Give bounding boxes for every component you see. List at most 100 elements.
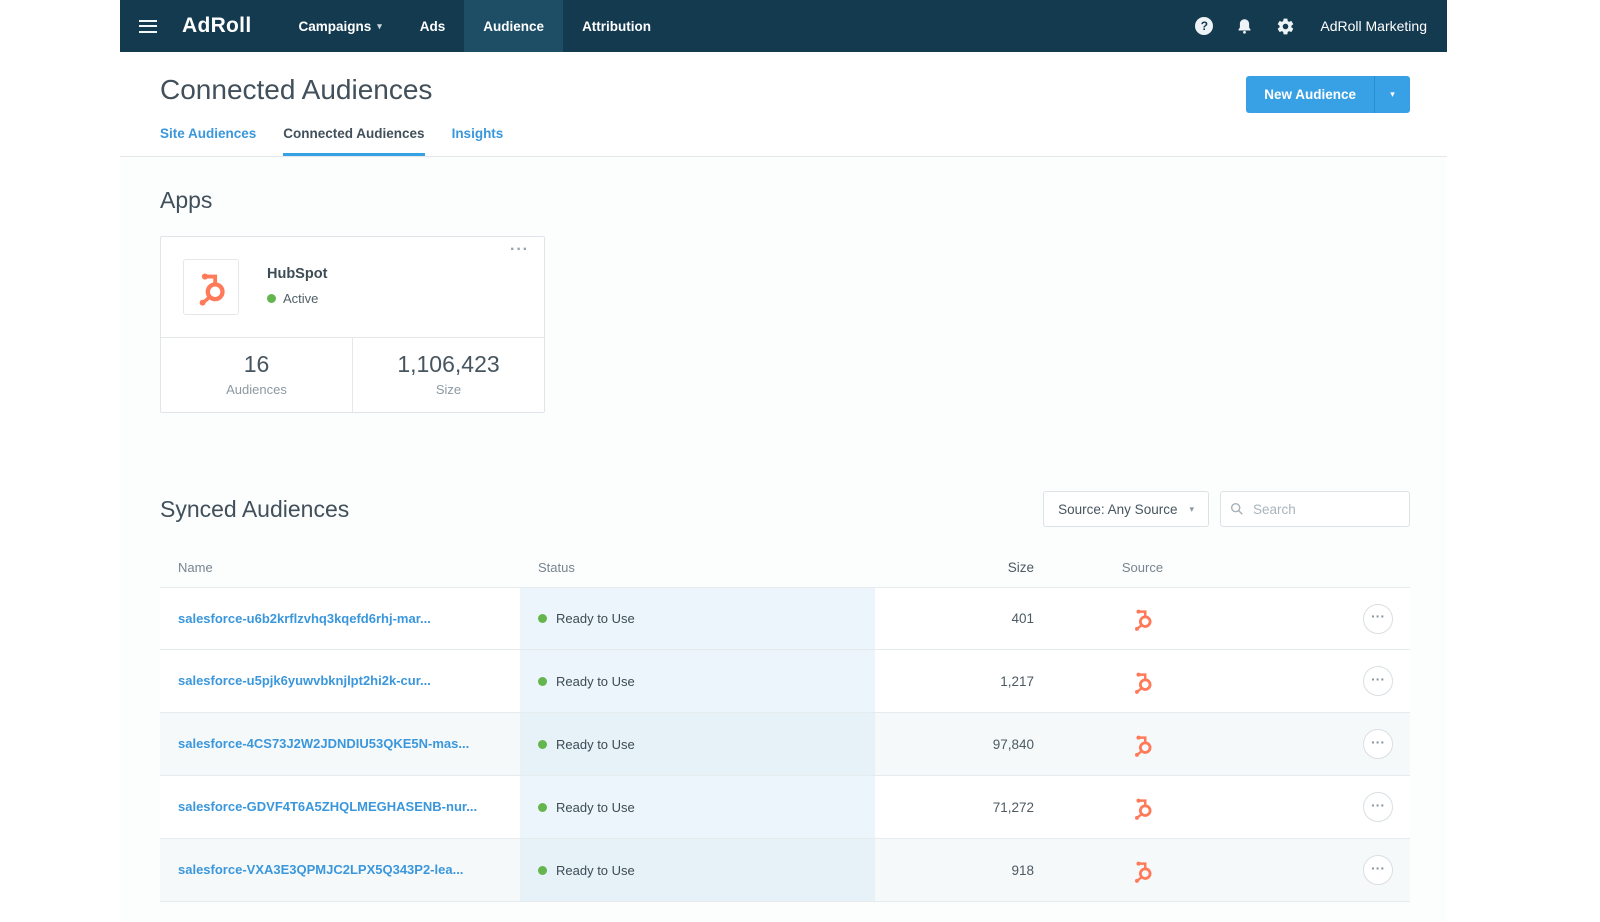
card-menu-button[interactable]: ···: [510, 241, 529, 259]
stat-label: Size: [435, 382, 462, 397]
top-nav: AdRoll Campaigns ▾ Ads Audience Attribut…: [120, 0, 1447, 52]
status-dot-icon: [538, 865, 547, 875]
table-header: Name Status Size Source: [160, 547, 1410, 587]
hamburger-menu-icon[interactable]: [120, 0, 176, 52]
source-filter-label: Source: Any Source: [1058, 501, 1178, 517]
help-icon[interactable]: ?: [1195, 17, 1214, 35]
hubspot-icon: [192, 268, 230, 306]
synced-audiences-heading: Synced Audiences: [160, 495, 350, 522]
source-cell: [1060, 732, 1225, 757]
apps-heading: Apps: [160, 187, 213, 213]
card-stats: 16 Audiences 1,106,423 Size: [161, 337, 544, 412]
gear-icon[interactable]: [1276, 17, 1295, 36]
source-cell: [1060, 795, 1225, 820]
status-cell: Ready to Use: [520, 839, 875, 901]
audience-name-link[interactable]: salesforce-GDVF4T6A5ZHQLMEGHASENB-nur...: [178, 799, 477, 814]
status-label: Ready to Use: [556, 736, 635, 752]
source-cell: [1060, 606, 1225, 631]
stat-value: 1,106,423: [397, 351, 500, 377]
row-menu-button[interactable]: ···: [1363, 603, 1393, 634]
main-content: Apps ··· HubSpot Active 16 Audiences 1,1…: [120, 157, 1447, 922]
size-cell: 97,840: [992, 736, 1034, 752]
status-label: Ready to Use: [556, 673, 635, 689]
bell-icon[interactable]: [1236, 17, 1253, 35]
table-row: salesforce-VXA3E3QPMJC2LPX5Q343P2-lea...…: [160, 839, 1410, 902]
column-header-source: Source: [1121, 560, 1164, 575]
table-row: salesforce-4CS73J2W2JDNDIU53QKE5N-mas...…: [160, 713, 1410, 776]
nav-item-ads[interactable]: Ads: [401, 0, 465, 52]
status-label: Ready to Use: [556, 862, 635, 878]
tab-site-audiences[interactable]: Site Audiences: [160, 126, 256, 156]
table-row: salesforce-GDVF4T6A5ZHQLMEGHASENB-nur...…: [160, 776, 1410, 839]
new-audience-button[interactable]: New Audience: [1246, 76, 1374, 113]
page-header: Connected Audiences New Audience ▾ Site …: [120, 52, 1447, 157]
caret-down-icon: ▾: [1390, 89, 1395, 99]
size-cell: 918: [1011, 862, 1034, 878]
row-menu-button[interactable]: ···: [1363, 855, 1393, 885]
app-name: HubSpot: [267, 266, 328, 282]
caret-down-icon: ▾: [1189, 503, 1194, 514]
status-dot-icon: [538, 739, 547, 749]
nav-items: Campaigns ▾ Ads Audience Attribution: [279, 0, 670, 52]
hubspot-icon: [1133, 796, 1152, 820]
hubspot-icon: [1133, 670, 1152, 694]
audience-name-link[interactable]: salesforce-u5pjk6yuwvbknjlpt2hi2k-cur...: [178, 673, 431, 688]
hubspot-icon: [1133, 733, 1152, 757]
size-cell: 1,217: [1000, 673, 1034, 689]
status-dot-icon: [538, 802, 547, 812]
nav-item-campaigns[interactable]: Campaigns ▾: [279, 0, 400, 52]
audience-name-link[interactable]: salesforce-VXA3E3QPMJC2LPX5Q343P2-lea...: [178, 862, 463, 877]
status-cell: Ready to Use: [520, 776, 875, 838]
status-dot-icon: [267, 294, 276, 303]
hubspot-icon: [1133, 859, 1152, 883]
sync-controls: Source: Any Source ▾: [1043, 491, 1410, 527]
status-cell: Ready to Use: [520, 650, 875, 712]
table-row: salesforce-u6b2krflzvhq3kqefd6rhj-mar...…: [160, 587, 1410, 650]
audience-name-link[interactable]: salesforce-u6b2krflzvhq3kqefd6rhj-mar...: [178, 611, 431, 626]
hubspot-icon-box: [183, 259, 239, 315]
nav-right: ? AdRoll Marketing: [1195, 0, 1447, 52]
app-window: AdRoll Campaigns ▾ Ads Audience Attribut…: [120, 0, 1447, 922]
stat-audiences: 16 Audiences: [161, 338, 352, 412]
card-top: HubSpot Active: [161, 237, 544, 337]
nav-item-attribution[interactable]: Attribution: [563, 0, 670, 52]
tab-insights[interactable]: Insights: [452, 126, 504, 156]
caret-down-icon: ▾: [377, 20, 382, 31]
hubspot-icon: [1133, 608, 1152, 631]
row-menu-button[interactable]: ···: [1363, 666, 1393, 696]
page-title: Connected Audiences: [160, 74, 433, 105]
hubspot-app-card: ··· HubSpot Active 16 Audiences 1,106,42…: [160, 236, 545, 413]
status-cell: Ready to Use: [520, 588, 875, 649]
row-menu-button[interactable]: ···: [1363, 729, 1393, 759]
audience-name-link[interactable]: salesforce-4CS73J2W2JDNDIU53QKE5N-mas...: [178, 736, 469, 751]
status-dot-icon: [538, 676, 547, 686]
column-header-name: Name: [178, 560, 213, 575]
status-label: Ready to Use: [556, 611, 635, 626]
column-header-status: Status: [538, 560, 575, 575]
stat-size: 1,106,423 Size: [352, 338, 544, 412]
new-audience-split-button: New Audience ▾: [1246, 76, 1410, 113]
nav-item-audience[interactable]: Audience: [464, 0, 564, 52]
column-header-size: Size: [1007, 560, 1034, 575]
tab-connected-audiences[interactable]: Connected Audiences: [283, 126, 425, 156]
app-status: Active: [267, 291, 327, 306]
size-cell: 71,272: [992, 799, 1034, 815]
source-cell: [1060, 858, 1225, 883]
account-menu[interactable]: AdRoll Marketing: [1320, 18, 1427, 34]
card-info: HubSpot Active: [267, 259, 327, 306]
synced-audiences-header: Synced Audiences Source: Any Source ▾: [160, 491, 1410, 527]
adroll-logo[interactable]: AdRoll: [176, 0, 279, 52]
search-input[interactable]: [1220, 491, 1410, 527]
status-cell: Ready to Use: [520, 713, 875, 775]
source-filter-dropdown[interactable]: Source: Any Source ▾: [1043, 491, 1209, 527]
column-header-actions: [1225, 560, 1410, 575]
search-box: [1220, 491, 1410, 527]
status-label: Active: [283, 291, 319, 306]
table-body: salesforce-u6b2krflzvhq3kqefd6rhj-mar...…: [160, 587, 1410, 902]
table-row: salesforce-u5pjk6yuwvbknjlpt2hi2k-cur...…: [160, 650, 1410, 713]
new-audience-dropdown-button[interactable]: ▾: [1374, 76, 1410, 113]
audience-tabs: Site Audiences Connected Audiences Insig…: [160, 126, 1410, 156]
row-menu-button[interactable]: ···: [1363, 792, 1393, 822]
status-dot-icon: [538, 614, 547, 623]
stat-value: 16: [243, 351, 270, 377]
